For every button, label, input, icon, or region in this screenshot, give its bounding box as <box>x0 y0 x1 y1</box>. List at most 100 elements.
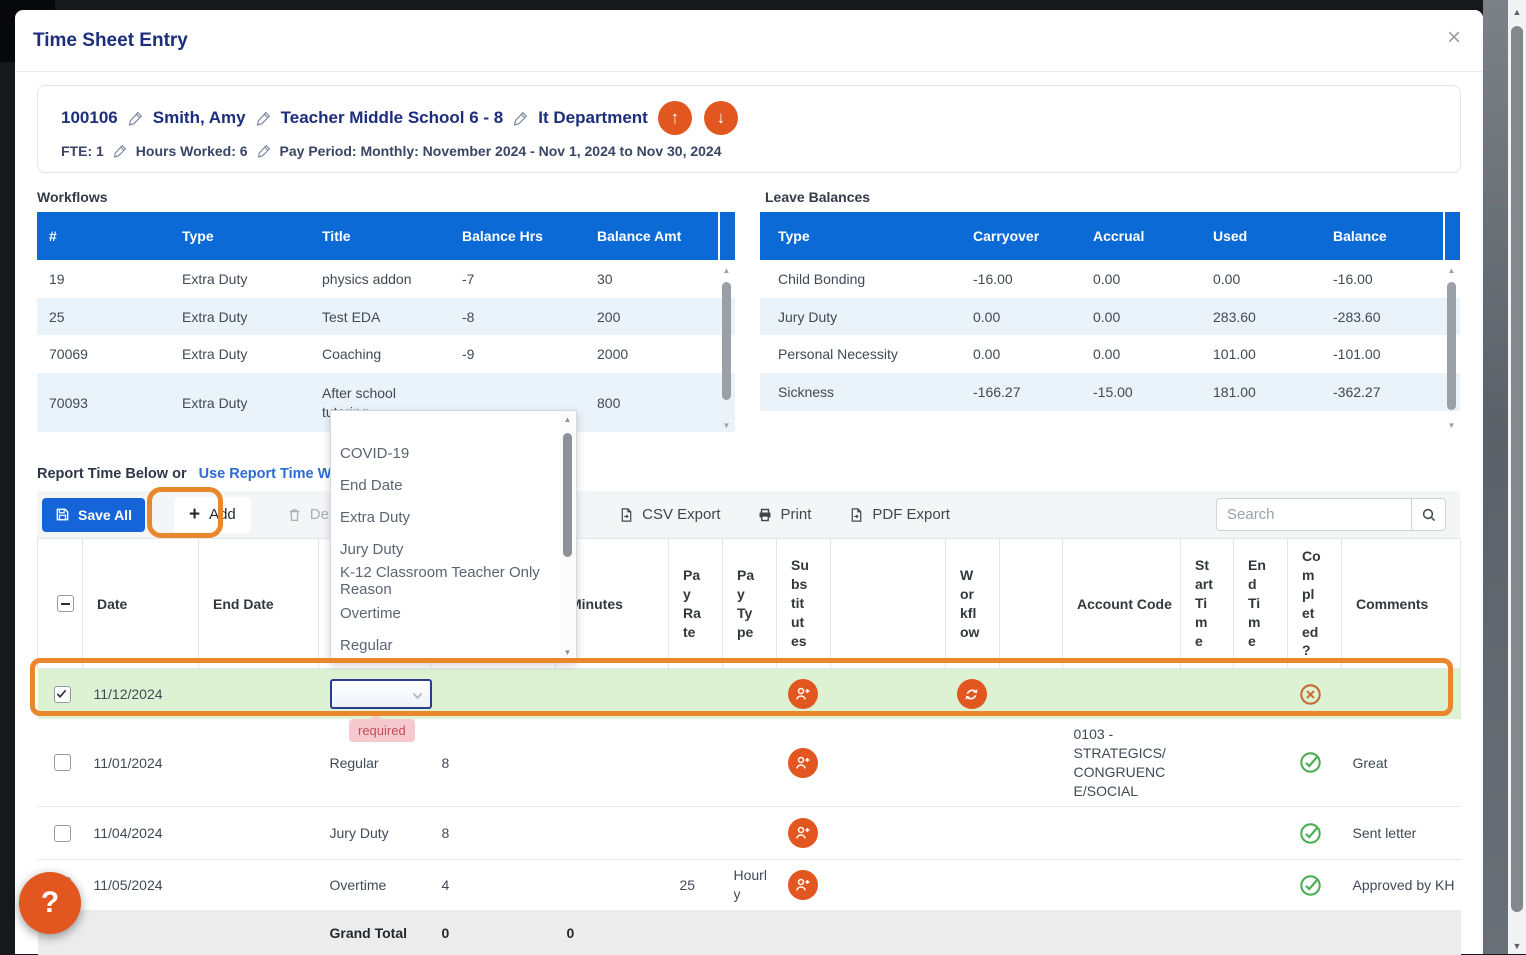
entry-minutes[interactable] <box>556 860 669 911</box>
workflows-scrollbar[interactable]: ▲ ▼ <box>720 266 733 430</box>
entry-type[interactable]: Jury Duty <box>319 807 431 860</box>
entry-pay-type[interactable] <box>723 719 777 807</box>
entry-start-time[interactable] <box>1181 860 1234 911</box>
dropdown-option[interactable]: Overtime <box>331 597 576 629</box>
entry-workflow[interactable] <box>946 860 1000 911</box>
add-substitute-button[interactable] <box>788 679 818 709</box>
workflows-scrollbar-thumb[interactable] <box>722 282 731 400</box>
add-button[interactable]: + Add <box>174 497 251 533</box>
dropdown-option[interactable]: COVID-19 <box>331 437 576 469</box>
entry-start-time[interactable] <box>1181 719 1234 807</box>
entry-minutes[interactable] <box>556 719 669 807</box>
previous-employee-button[interactable]: ↑ <box>658 101 692 135</box>
entry-pay-rate[interactable] <box>669 719 723 807</box>
add-substitute-button[interactable] <box>788 748 818 778</box>
entry-workflow[interactable] <box>946 719 1000 807</box>
scroll-down-arrow-icon[interactable]: ▼ <box>1508 940 1526 952</box>
dropdown-option[interactable]: Jury Duty <box>331 533 576 565</box>
edit-employee-id-icon[interactable] <box>128 111 143 126</box>
row-checkbox[interactable] <box>54 825 71 842</box>
entry-row[interactable]: 11/01/2024 Regular 8 0103 - STRATEGICS/C… <box>38 719 1461 807</box>
dropdown-scrollbar-thumb[interactable] <box>563 433 572 557</box>
scroll-up-arrow-icon[interactable]: ▲ <box>720 266 733 275</box>
print-button[interactable]: Print <box>757 506 812 523</box>
entry-end-date[interactable] <box>199 719 319 807</box>
entry-comments[interactable]: Great <box>1342 719 1461 807</box>
pdf-export-button[interactable]: PDF Export <box>849 506 950 523</box>
entry-date[interactable]: 11/04/2024 <box>83 807 199 860</box>
search-button[interactable] <box>1412 498 1446 531</box>
workflow-sync-button[interactable] <box>957 679 987 709</box>
entry-end-time[interactable] <box>1234 719 1288 807</box>
entry-end-date[interactable] <box>199 669 319 719</box>
entry-end-time[interactable] <box>1234 669 1288 719</box>
entry-pay-type[interactable]: Hourly <box>734 866 774 904</box>
scroll-up-arrow-icon[interactable]: ▲ <box>1508 6 1526 18</box>
page-scrollbar[interactable]: ▲ ▼ <box>1508 0 1526 954</box>
entry-pay-rate[interactable]: 25 <box>669 860 723 911</box>
dropdown-option[interactable]: End Date <box>331 469 576 501</box>
entry-date[interactable]: 11/01/2024 <box>83 719 199 807</box>
dropdown-scrollbar[interactable]: ▲ ▼ <box>560 411 575 661</box>
entry-end-time[interactable] <box>1234 807 1288 860</box>
entry-hours[interactable]: 8 <box>431 807 556 860</box>
entry-workflow[interactable] <box>946 807 1000 860</box>
entry-account-code[interactable]: 0103 - STRATEGICS/CONGRUENCE/SOCIAL <box>1074 725 1170 801</box>
entry-account-code[interactable] <box>1063 860 1181 911</box>
dropdown-option[interactable] <box>331 411 576 437</box>
csv-export-button[interactable]: CSV Export <box>619 506 720 523</box>
add-substitute-button[interactable] <box>788 818 818 848</box>
entry-pay-type[interactable] <box>723 669 777 719</box>
entry-start-time[interactable] <box>1181 669 1234 719</box>
row-checkbox[interactable] <box>54 754 71 771</box>
scroll-down-arrow-icon[interactable]: ▼ <box>1445 421 1458 430</box>
entry-hours[interactable]: 8 <box>431 719 556 807</box>
completed-icon[interactable] <box>1299 822 1334 845</box>
entry-hours[interactable]: 4 <box>431 860 556 911</box>
edit-position-icon[interactable] <box>513 111 528 126</box>
dropdown-option[interactable]: Regular <box>331 629 576 661</box>
scroll-down-arrow-icon[interactable]: ▼ <box>560 648 575 657</box>
entry-date[interactable]: 11/05/2024 <box>83 860 199 911</box>
edit-hours-worked-icon[interactable] <box>257 144 271 158</box>
entry-row[interactable]: 11/04/2024 Jury Duty 8 Sent <box>38 807 1461 860</box>
entry-minutes[interactable] <box>556 669 669 719</box>
entry-pay-rate[interactable] <box>669 807 723 860</box>
page-scrollbar-thumb[interactable] <box>1511 26 1523 912</box>
dropdown-option[interactable]: Extra Duty <box>331 501 576 533</box>
entry-account-code[interactable] <box>1063 669 1181 719</box>
entry-row[interactable]: 11/05/2024 Overtime 4 25 Hourly <box>38 860 1461 911</box>
scroll-up-arrow-icon[interactable]: ▲ <box>560 415 575 424</box>
entry-pay-rate[interactable] <box>669 669 723 719</box>
entry-type[interactable]: Overtime <box>319 860 431 911</box>
select-all-checkbox[interactable] <box>57 595 74 612</box>
next-employee-button[interactable]: ↓ <box>704 101 738 135</box>
search-input[interactable] <box>1216 498 1412 531</box>
entry-end-time[interactable] <box>1234 860 1288 911</box>
edit-fte-icon[interactable] <box>113 144 127 158</box>
save-all-button[interactable]: Save All <box>42 498 145 532</box>
entry-hours[interactable] <box>431 669 556 719</box>
scroll-up-arrow-icon[interactable]: ▲ <box>1445 266 1458 275</box>
entry-date[interactable]: 11/12/2024 <box>83 669 199 719</box>
entry-pay-type[interactable] <box>723 807 777 860</box>
entry-row-selected[interactable]: 11/12/2024 <box>38 669 1461 719</box>
completed-icon[interactable] <box>1299 751 1334 774</box>
entry-comments[interactable]: Sent letter <box>1342 807 1461 860</box>
entry-end-date[interactable] <box>199 807 319 860</box>
entry-account-code[interactable] <box>1063 807 1181 860</box>
not-completed-icon[interactable] <box>1299 683 1334 706</box>
leave-scrollbar[interactable]: ▲ ▼ <box>1445 266 1458 430</box>
scroll-down-arrow-icon[interactable]: ▼ <box>720 421 733 430</box>
edit-employee-name-icon[interactable] <box>256 111 271 126</box>
entry-comments[interactable] <box>1342 669 1461 719</box>
entry-comments[interactable]: Approved by KH <box>1353 876 1455 895</box>
leave-scrollbar-thumb[interactable] <box>1447 282 1456 410</box>
entry-minutes[interactable] <box>556 807 669 860</box>
row-checkbox-checked[interactable] <box>54 686 71 703</box>
entry-end-date[interactable] <box>199 860 319 911</box>
add-substitute-button[interactable] <box>788 870 818 900</box>
help-button[interactable]: ? <box>19 872 81 934</box>
completed-icon[interactable] <box>1299 874 1334 897</box>
close-icon[interactable]: × <box>1447 24 1461 52</box>
